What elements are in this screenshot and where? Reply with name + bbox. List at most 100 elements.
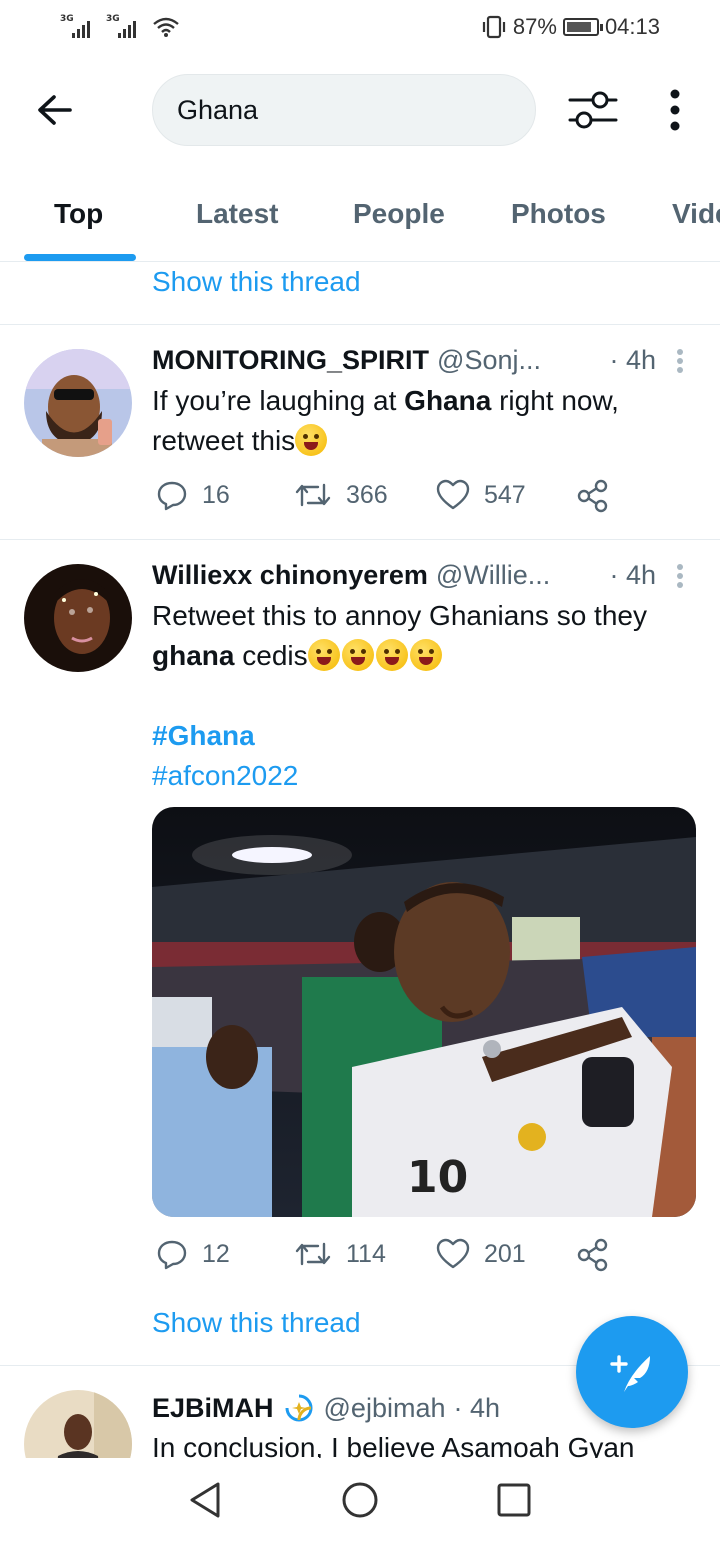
tweet-header: Williexx chinonyerem @Willie... · 4h [152, 557, 690, 593]
share-button[interactable] [576, 479, 610, 513]
reply-button[interactable]: 12 [156, 1238, 230, 1270]
crazy-face-emoji-icon [341, 639, 374, 671]
tweet-menu-button[interactable] [670, 561, 690, 591]
search-header: Ghana [0, 60, 720, 160]
tweet-text: Retweet this to annoy Ghanians so they g… [152, 596, 692, 676]
status-bar: 3G 3G 87% 04:13 [0, 0, 720, 54]
retweet-count: 114 [346, 1239, 386, 1268]
tweet-actions: 16 366 547 [152, 479, 622, 519]
nav-back-button[interactable] [186, 1480, 226, 1520]
tab-videos[interactable]: Videos [672, 198, 720, 230]
share-button[interactable] [576, 1238, 610, 1272]
verified-badge-icon [285, 1394, 312, 1422]
reply-button[interactable]: 16 [156, 479, 230, 511]
square-recents-icon [497, 1483, 531, 1517]
tweet-menu-button[interactable] [670, 346, 690, 376]
system-navigation-bar [0, 1458, 720, 1541]
tweet-author-handle[interactable]: @Sonj... [437, 345, 541, 376]
tweet-photo[interactable]: 10 [152, 807, 696, 1217]
circle-home-icon [342, 1482, 378, 1518]
hashtag-link[interactable]: #Ghana [152, 716, 692, 756]
search-tabs: Top Latest People Photos Videos [0, 176, 720, 262]
avatar[interactable] [24, 1390, 132, 1458]
tab-photos[interactable]: Photos [511, 198, 606, 230]
reply-icon [157, 1240, 187, 1270]
wifi-icon [153, 17, 179, 37]
tweet-author-name[interactable]: Williexx chinonyerem [152, 560, 428, 591]
tweet-actions: 12 114 201 [152, 1238, 622, 1278]
search-input[interactable]: Ghana [152, 74, 536, 146]
search-filter-button[interactable] [566, 88, 620, 132]
share-icon [577, 479, 608, 513]
tab-people[interactable]: People [353, 198, 445, 230]
like-button[interactable]: 201 [436, 1238, 526, 1270]
heart-icon [436, 1238, 470, 1269]
battery-percent: 87% [512, 14, 557, 39]
tweet-text-highlight: ghana [152, 640, 235, 671]
tweet-author-handle[interactable]: @Willie... [436, 560, 550, 591]
retweet-icon [295, 483, 331, 507]
football-player-photo: 10 [152, 807, 696, 1217]
avatar-image [24, 1390, 132, 1458]
divider [0, 539, 720, 540]
avatar[interactable] [24, 564, 132, 672]
like-button[interactable]: 547 [436, 479, 526, 511]
active-tab-indicator [24, 254, 136, 261]
retweet-button[interactable]: 114 [294, 1238, 386, 1270]
reply-count: 12 [202, 1239, 230, 1268]
compose-tweet-button[interactable] [576, 1316, 688, 1428]
retweet-button[interactable]: 366 [294, 479, 388, 511]
arrow-left-icon [38, 95, 72, 125]
tweet-author-handle[interactable]: @ejbimah [324, 1393, 446, 1424]
show-thread-link[interactable]: Show this thread [152, 266, 361, 298]
divider [0, 324, 720, 325]
laughing-emoji-icon [295, 424, 328, 456]
avatar-image [24, 564, 132, 672]
vertical-dots-icon [670, 89, 680, 131]
avatar[interactable] [24, 349, 132, 457]
reply-icon [157, 481, 187, 511]
tweet-timestamp: · 4h [609, 344, 656, 375]
reply-count: 16 [202, 480, 230, 509]
tweet-text-part: Retweet this to annoy Ghanians so they [152, 600, 647, 631]
sliders-icon [568, 91, 618, 129]
tweet-author-name[interactable]: EJBiMAH [152, 1393, 274, 1424]
sim2-signal-icon: 3G [106, 14, 144, 38]
heart-icon [436, 479, 470, 510]
feather-plus-icon [610, 1355, 650, 1392]
tab-top[interactable]: Top [54, 198, 103, 230]
crazy-face-emoji-icon [375, 639, 408, 671]
tweet-text-part: If you’re laughing at [152, 385, 405, 416]
like-count: 547 [484, 480, 526, 509]
tweet-text: If you’re laughing at Ghana right now, r… [152, 381, 692, 461]
search-query: Ghana [177, 94, 259, 125]
tweet-text-highlight: Ghana [404, 385, 492, 416]
like-count: 201 [484, 1239, 526, 1268]
triangle-back-icon [190, 1482, 220, 1518]
crazy-face-emoji-icon [307, 639, 340, 671]
retweet-icon [295, 1242, 331, 1266]
tab-latest[interactable]: Latest [196, 198, 278, 230]
tweet-hashtags: #Ghana #afcon2022 [152, 716, 692, 796]
tweet-author-name[interactable]: MONITORING_SPIRIT [152, 345, 429, 376]
svg-text:10: 10 [407, 1152, 468, 1203]
hashtag-link[interactable]: #afcon2022 [152, 756, 692, 796]
more-options-button[interactable] [660, 88, 690, 132]
tweet-timestamp: · 4h [453, 1392, 501, 1423]
battery-icon [562, 18, 603, 36]
crazy-face-emoji-icon [409, 639, 442, 671]
retweet-count: 366 [346, 480, 388, 509]
back-button[interactable] [30, 88, 82, 132]
nav-recents-button[interactable] [494, 1480, 534, 1520]
nav-home-button[interactable] [340, 1480, 380, 1520]
tweet-header: MONITORING_SPIRIT @Sonj... · 4h [152, 342, 690, 378]
tweet-timestamp: · 4h [609, 559, 656, 590]
tweet-text: In conclusion, I believe Asamoah Gyan [152, 1432, 635, 1458]
vibrate-icon [482, 15, 505, 39]
clock: 04:13 [604, 14, 660, 39]
avatar-image [24, 349, 132, 457]
tweet-text-part: cedis [234, 640, 308, 671]
share-icon [577, 1238, 608, 1272]
show-thread-link[interactable]: Show this thread [152, 1307, 361, 1339]
sim1-signal-icon: 3G [60, 14, 98, 38]
